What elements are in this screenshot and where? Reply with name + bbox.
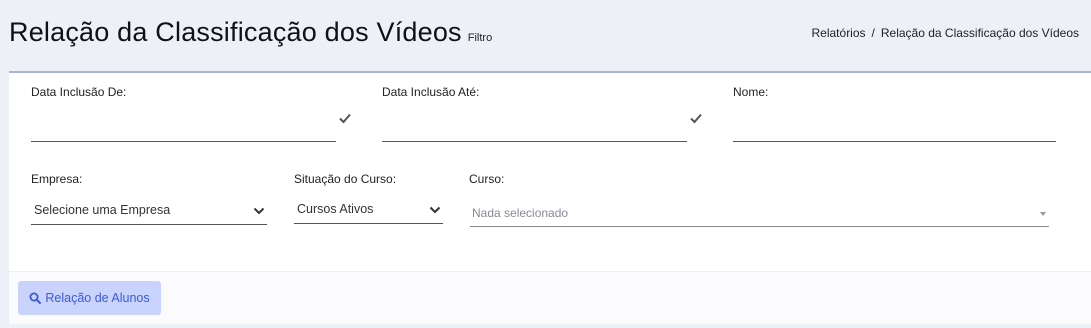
situacao-curso-label: Situação do Curso: bbox=[294, 172, 397, 186]
breadcrumb: Relatórios / Relação da Classificação dos … bbox=[812, 26, 1080, 40]
page-subtitle: Filtro bbox=[467, 32, 493, 44]
curso-multiselect[interactable]: Nada selecionado bbox=[470, 201, 1049, 227]
chevron-down-icon bbox=[253, 207, 265, 215]
data-inclusao-ate-input[interactable] bbox=[382, 141, 687, 142]
situacao-curso-selected-value: Cursos Ativos bbox=[297, 202, 374, 216]
situacao-curso-select[interactable]: Cursos Ativos bbox=[294, 200, 443, 224]
check-icon bbox=[690, 113, 702, 124]
relacao-alunos-button[interactable]: Relação de Alunos bbox=[18, 281, 161, 315]
nome-label: Nome: bbox=[733, 85, 769, 99]
breadcrumb-item-relatorios[interactable]: Relatórios bbox=[812, 26, 866, 40]
breadcrumb-item-current: Relação da Classificação dos Vídeos bbox=[880, 26, 1079, 40]
empresa-label: Empresa: bbox=[31, 172, 83, 186]
page-title: Relação da Classificação dos Vídeos Filtr… bbox=[9, 17, 492, 48]
breadcrumb-separator: / bbox=[871, 26, 875, 40]
curso-label: Curso: bbox=[469, 172, 505, 186]
chevron-down-icon bbox=[429, 206, 441, 214]
empresa-select[interactable]: Selecione uma Empresa bbox=[31, 201, 267, 225]
data-inclusao-ate-label: Data Inclusão Até: bbox=[382, 85, 480, 99]
page-title-text: Relação da Classificação dos Vídeos bbox=[9, 17, 462, 47]
search-icon bbox=[29, 292, 42, 304]
data-inclusao-de-input[interactable] bbox=[31, 141, 336, 142]
page-header: Relação da Classificação dos Vídeos Filtr… bbox=[0, 0, 1091, 70]
caret-down-icon bbox=[1040, 212, 1046, 216]
card-footer: Relação de Alunos bbox=[9, 271, 1091, 324]
nome-input[interactable] bbox=[733, 141, 1056, 142]
data-inclusao-de-label: Data Inclusão De: bbox=[31, 85, 127, 99]
relacao-alunos-button-label: Relação de Alunos bbox=[45, 291, 150, 305]
check-icon bbox=[339, 113, 351, 124]
empresa-selected-value: Selecione uma Empresa bbox=[34, 203, 171, 217]
filter-card: Data Inclusão De: Data Inclusão Até: Nom… bbox=[9, 71, 1091, 324]
curso-placeholder: Nada selecionado bbox=[472, 206, 569, 220]
